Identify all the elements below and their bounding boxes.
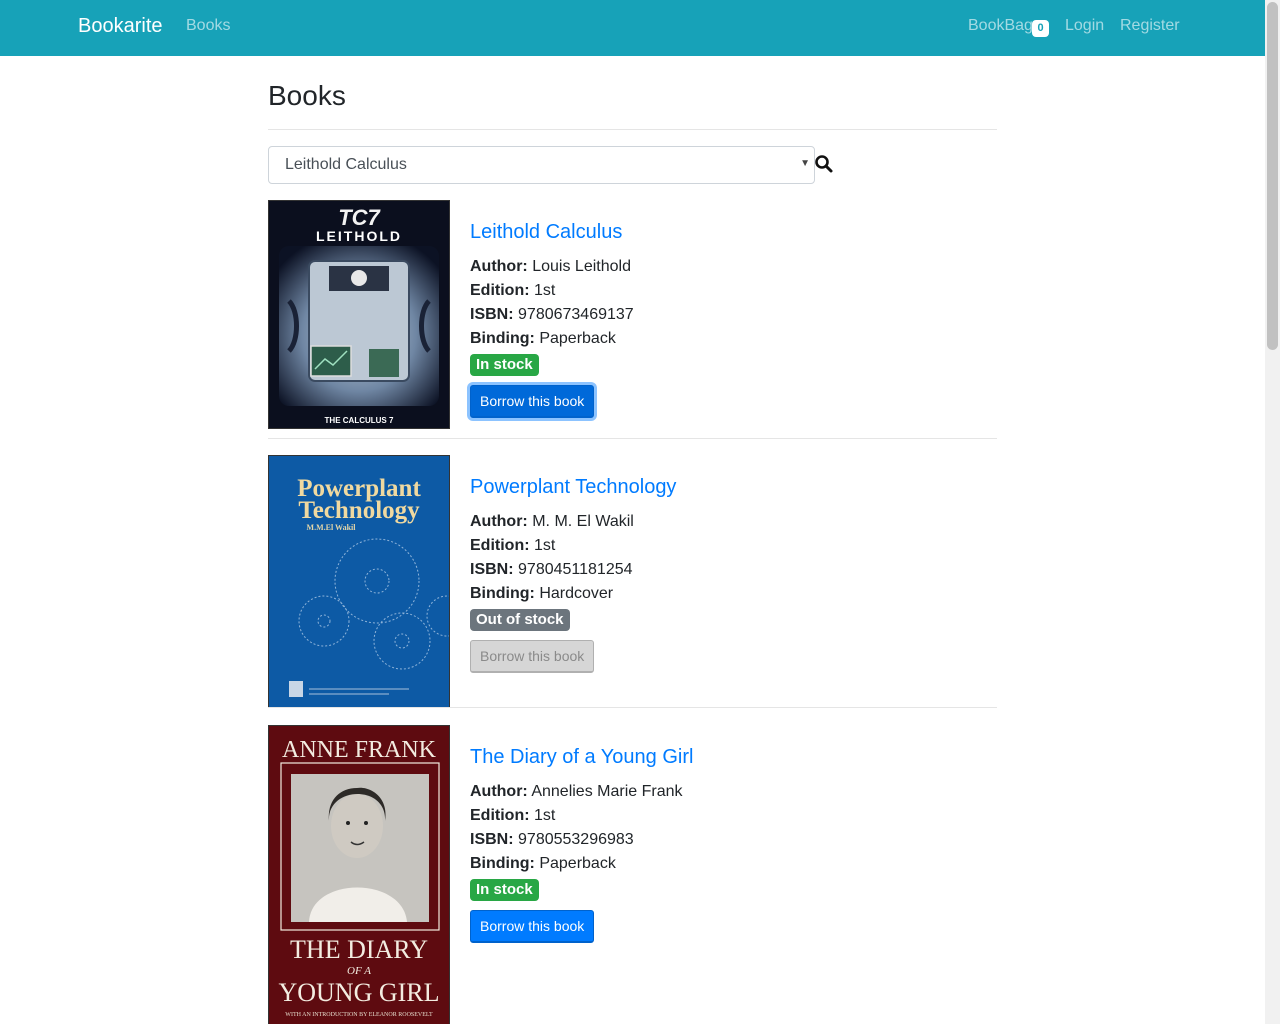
stock-badge: In stock — [470, 354, 539, 376]
book-cover-image: Powerplant Technology M.M.El Wakil — [268, 455, 450, 708]
book-divider — [268, 707, 997, 708]
nav-books-link[interactable]: Books — [186, 17, 230, 35]
book-edition: Edition: 1st — [470, 282, 555, 300]
isbn-value: 9780553296983 — [518, 831, 634, 848]
book-binding: Binding: Paperback — [470, 855, 616, 873]
cover-text: WITH AN INTRODUCTION BY ELEANOR ROOSEVEL… — [285, 1012, 433, 1018]
edition-value: 1st — [534, 537, 556, 554]
author-value: Annelies Marie Frank — [531, 783, 683, 800]
page-scrollbar[interactable] — [1265, 0, 1280, 1024]
nav-register-link[interactable]: Register — [1120, 17, 1180, 35]
isbn-value: 9780451181254 — [518, 561, 633, 578]
book-cover-image: TC7 LEITHOLD THE CALCULUS 7 — [268, 200, 450, 429]
book-binding: Binding: Hardcover — [470, 585, 613, 603]
edition-label: Edition: — [470, 807, 530, 824]
borrow-button[interactable]: Borrow this book — [470, 910, 595, 943]
edition-value: 1st — [534, 282, 556, 299]
binding-label: Binding: — [470, 585, 535, 602]
stock-badge: In stock — [470, 879, 539, 901]
book-binding: Binding: Paperback — [470, 330, 616, 348]
nav-login-link[interactable]: Login — [1065, 17, 1104, 35]
author-value: Louis Leithold — [532, 258, 631, 275]
borrow-button-disabled[interactable]: Borrow this book — [470, 640, 595, 673]
edition-value: 1st — [534, 807, 556, 824]
book-search-select[interactable]: Leithold Calculus ▼ — [268, 146, 815, 184]
book-isbn: ISBN: 9780553296983 — [470, 831, 634, 849]
search-icon[interactable] — [814, 154, 834, 174]
cover-text: M.M.El Wakil — [307, 523, 357, 532]
book-author: Author: Louis Leithold — [470, 258, 631, 276]
book-author: Author: Annelies Marie Frank — [470, 783, 683, 801]
nav-bookbag-link[interactable]: BookBag — [968, 17, 1033, 35]
isbn-label: ISBN: — [470, 306, 514, 323]
title-divider — [268, 129, 997, 130]
book-author: Author: M. M. El Wakil — [470, 513, 634, 531]
author-label: Author: — [470, 783, 528, 800]
cover-text: Technology — [298, 497, 420, 524]
binding-value: Paperback — [539, 330, 616, 347]
binding-label: Binding: — [470, 855, 535, 872]
author-label: Author: — [470, 258, 528, 275]
cover-text: ANNE FRANK — [282, 737, 437, 763]
page-title: Books — [268, 80, 346, 111]
author-value: M. M. El Wakil — [532, 513, 634, 530]
stock-badge: Out of stock — [470, 609, 570, 631]
isbn-label: ISBN: — [470, 561, 514, 578]
cover-text: YOUNG GIRL — [278, 978, 439, 1007]
cover-text: OF A — [347, 965, 371, 977]
borrow-button[interactable]: Borrow this book — [470, 385, 595, 418]
brand-link[interactable]: Bookarite — [78, 15, 163, 38]
cover-text: THE CALCULUS 7 — [325, 416, 394, 425]
binding-value: Paperback — [539, 855, 616, 872]
bookbag-count-badge: 0 — [1032, 20, 1049, 37]
book-cover-image: ANNE FRANK THE DIARY OF A YOUNG GIRL WIT… — [268, 725, 450, 1024]
cover-text: THE DIARY — [290, 935, 428, 964]
book-divider — [268, 438, 997, 439]
edition-label: Edition: — [470, 282, 530, 299]
cover-text: LEITHOLD — [316, 228, 402, 244]
book-title-link[interactable]: Leithold Calculus — [470, 221, 622, 244]
cover-text: TC7 — [338, 205, 381, 230]
book-isbn: ISBN: 9780451181254 — [470, 561, 633, 579]
search-select-value: Leithold Calculus — [285, 156, 407, 173]
isbn-label: ISBN: — [470, 831, 514, 848]
navbar: Bookarite Books BookBag 0 Login Register — [0, 0, 1265, 56]
select-arrow-icon: ▼ — [800, 158, 810, 169]
book-edition: Edition: 1st — [470, 537, 555, 555]
book-isbn: ISBN: 9780673469137 — [470, 306, 634, 324]
scrollbar-thumb[interactable] — [1267, 2, 1278, 350]
isbn-value: 9780673469137 — [518, 306, 634, 323]
binding-label: Binding: — [470, 330, 535, 347]
author-label: Author: — [470, 513, 528, 530]
book-edition: Edition: 1st — [470, 807, 555, 825]
book-title-link[interactable]: The Diary of a Young Girl — [470, 746, 693, 769]
book-title-link[interactable]: Powerplant Technology — [470, 476, 676, 499]
edition-label: Edition: — [470, 537, 530, 554]
binding-value: Hardcover — [539, 585, 614, 602]
